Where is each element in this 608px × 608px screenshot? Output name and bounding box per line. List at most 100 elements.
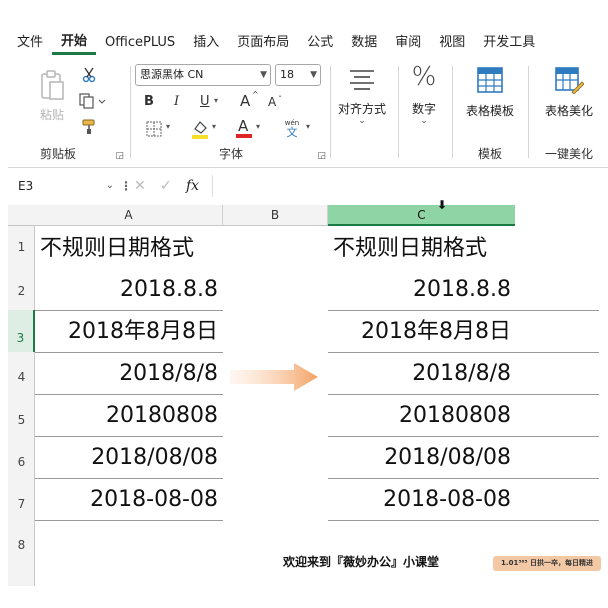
row-header-4[interactable]: 4: [8, 370, 35, 388]
cancel-icon[interactable]: ✕: [134, 178, 160, 194]
cell-c5[interactable]: 20180808: [330, 396, 511, 436]
tab-home[interactable]: 开始: [52, 31, 97, 55]
row-header-3[interactable]: 3: [8, 310, 35, 352]
chevron-down-icon: ▼: [260, 70, 267, 80]
cell-a4[interactable]: 2018/8/8: [40, 354, 218, 394]
font-group: 思源黑体 CN ▼ 18 ▼ B I U ▾ A ^ A ˇ ▾ ▾ A ▾ w…: [132, 58, 330, 168]
cell-a7[interactable]: 2018-08-08: [40, 480, 218, 520]
column-header-a[interactable]: A: [35, 205, 223, 226]
cell-a1[interactable]: 不规则日期格式: [40, 229, 220, 269]
row-line: [35, 520, 223, 521]
font-color-icon[interactable]: A: [234, 116, 254, 140]
row-header-8[interactable]: 8: [8, 538, 35, 556]
paste-icon[interactable]: [38, 68, 66, 104]
cell-a5[interactable]: 20180808: [40, 396, 218, 436]
ribbon-separator: [130, 66, 131, 158]
border-icon[interactable]: [144, 120, 164, 138]
underline-button[interactable]: U: [200, 94, 210, 109]
copy-icon[interactable]: [78, 92, 108, 110]
name-box-value: E3: [18, 179, 34, 193]
chevron-down-icon: ⌄: [420, 116, 428, 126]
table-template-button[interactable]: 表格模板: [454, 102, 526, 119]
select-all-corner[interactable]: [8, 205, 35, 226]
row-line: [328, 436, 599, 437]
chevron-down-icon: ▼: [310, 70, 317, 80]
cell-c1[interactable]: 不规则日期格式: [333, 229, 513, 269]
tab-insert[interactable]: 插入: [184, 32, 228, 54]
cut-icon[interactable]: [80, 66, 98, 84]
clipboard-group: 粘贴 剪贴板 ◲: [8, 58, 128, 168]
fill-color-dropdown-icon[interactable]: ▾: [212, 122, 216, 131]
more-options-icon[interactable]: ⋮: [120, 179, 134, 193]
row-header-1[interactable]: 1: [8, 240, 35, 258]
underline-dropdown-icon[interactable]: ▾: [214, 96, 218, 105]
chevron-down-icon: ⌄: [358, 116, 366, 126]
row-line: [35, 310, 223, 311]
row-header-6[interactable]: 6: [8, 455, 35, 473]
ribbon-separator: [452, 66, 453, 158]
column-header-b[interactable]: B: [223, 205, 328, 226]
column-header-c[interactable]: C: [328, 205, 515, 226]
number-group[interactable]: % 数字 ⌄: [400, 58, 448, 168]
bold-button[interactable]: B: [144, 94, 154, 109]
svg-text:A: A: [238, 117, 249, 135]
alignment-label: 对齐方式: [337, 102, 386, 116]
menu-bar: 文件 开始 OfficePLUS 插入 页面布局 公式 数据 审阅 视图 开发工…: [8, 30, 608, 56]
font-name-select[interactable]: 思源黑体 CN ▼: [135, 64, 271, 86]
row-line: [328, 394, 599, 395]
tab-developer[interactable]: 开发工具: [474, 32, 544, 54]
row-line: [328, 352, 599, 353]
formula-bar: E3 ⌄ ⋮ ✕ ✓ fx: [8, 174, 608, 198]
table-beautify-button[interactable]: 表格美化: [530, 102, 608, 119]
tab-review[interactable]: 审阅: [386, 32, 430, 54]
tab-data[interactable]: 数据: [342, 32, 386, 54]
cell-c3[interactable]: 2018年8月8日: [330, 312, 511, 352]
caret-up-icon: ^: [252, 90, 259, 99]
row-header-2[interactable]: 2: [8, 284, 35, 302]
clipboard-launcher-icon[interactable]: ◲: [115, 151, 124, 161]
cell-c4[interactable]: 2018/8/8: [330, 354, 511, 394]
tab-page-layout[interactable]: 页面布局: [228, 32, 298, 54]
tab-formulas[interactable]: 公式: [298, 32, 342, 54]
tab-view[interactable]: 视图: [430, 32, 474, 54]
border-dropdown-icon[interactable]: ▾: [166, 122, 170, 131]
alignment-group[interactable]: 对齐方式 ⌄: [332, 58, 392, 168]
row-header-7[interactable]: 7: [8, 497, 35, 515]
cell-c7[interactable]: 2018-08-08: [330, 480, 511, 520]
row-line: [35, 352, 223, 353]
cell-c6[interactable]: 2018/08/08: [330, 438, 511, 478]
formula-input[interactable]: [212, 175, 608, 197]
beautify-group: 表格美化 一键美化: [530, 58, 608, 168]
cell-c2[interactable]: 2018.8.8: [330, 270, 511, 310]
percent-icon: %: [411, 62, 437, 92]
fill-color-icon[interactable]: [190, 118, 210, 140]
insert-function-icon[interactable]: fx: [186, 178, 212, 194]
footer-badge: 1.01³⁶⁵ 日拱一卒，每日精进: [493, 556, 601, 571]
tab-file[interactable]: 文件: [8, 32, 52, 54]
format-painter-icon[interactable]: [80, 118, 98, 136]
down-arrow-cursor-icon: ⬇: [437, 198, 448, 212]
tab-officeplus[interactable]: OfficePLUS: [96, 32, 184, 54]
row-line: [35, 394, 223, 395]
phonetic-icon[interactable]: wén 文: [280, 118, 304, 140]
align-lines-icon: [348, 66, 376, 94]
font-color-dropdown-icon[interactable]: ▾: [256, 122, 260, 131]
phonetic-dropdown-icon[interactable]: ▾: [306, 122, 310, 131]
table-template-icon[interactable]: [476, 66, 504, 94]
paste-label: 粘贴: [39, 108, 64, 122]
template-group: 表格模板 模板: [454, 58, 526, 168]
cell-a2[interactable]: 2018.8.8: [40, 270, 218, 310]
table-beautify-icon[interactable]: [554, 66, 584, 94]
name-box[interactable]: E3 ⌄: [8, 175, 120, 197]
cell-a3[interactable]: 2018年8月8日: [40, 312, 218, 352]
font-launcher-icon[interactable]: ◲: [317, 151, 326, 161]
grow-font-button[interactable]: A: [240, 92, 250, 110]
shrink-font-button[interactable]: A: [268, 95, 276, 109]
row-header-5[interactable]: 5: [8, 413, 35, 431]
font-size-select[interactable]: 18 ▼: [275, 64, 321, 86]
phonetic-glyph: 文: [286, 126, 298, 139]
font-group-label: 字体: [218, 147, 243, 161]
italic-button[interactable]: I: [174, 94, 179, 109]
confirm-icon[interactable]: ✓: [160, 178, 186, 194]
cell-a6[interactable]: 2018/08/08: [40, 438, 218, 478]
